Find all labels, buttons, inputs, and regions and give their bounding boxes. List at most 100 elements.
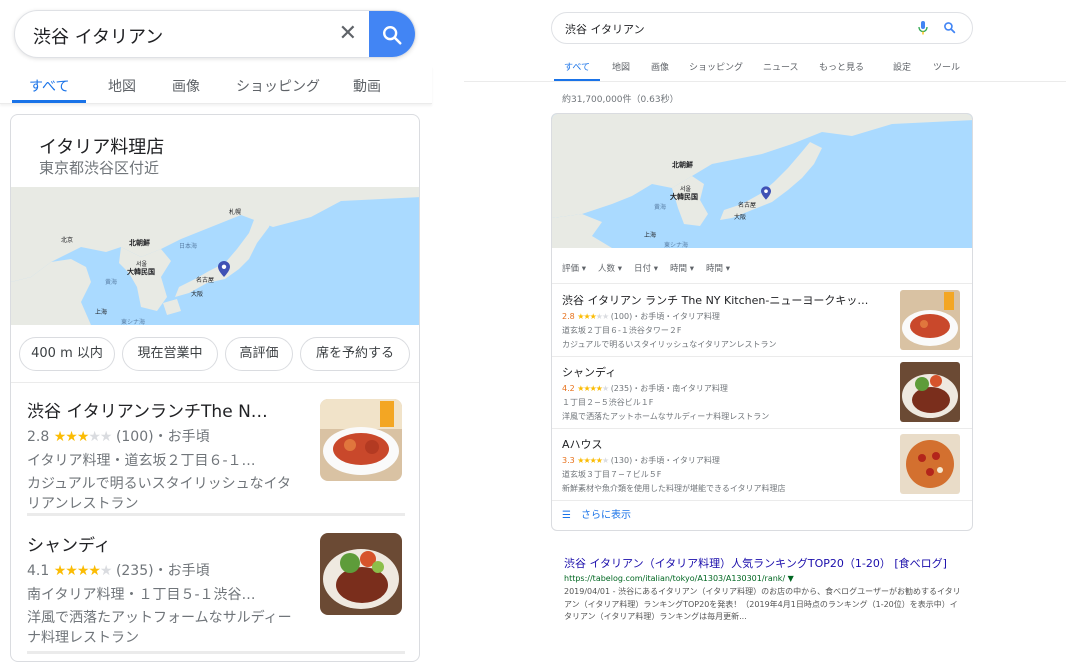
local-pack: イタリア料理店 東京都渋谷区付近 北朝鮮 大韓民国 서울 日本海 名古屋 大阪 …: [10, 114, 420, 662]
tab-videos[interactable]: 動画: [353, 76, 381, 96]
map-label-north-korea: 北朝鮮: [672, 161, 693, 169]
active-tab-indicator: [12, 100, 86, 103]
list-icon: ☰: [562, 510, 571, 521]
search-input[interactable]: 渋谷 イタリアン: [565, 21, 645, 37]
food-photo-icon: [320, 399, 402, 481]
tab-maps[interactable]: 地図: [612, 60, 630, 73]
place-rating-line: 2.8 ★★★★★ (100)・お手頃: [27, 426, 305, 446]
rating-stars-icon: ★★★★★: [577, 456, 609, 465]
tab-all[interactable]: すべて: [29, 76, 69, 96]
map-label-beijing: 北京: [61, 237, 74, 244]
tab-shopping[interactable]: ショッピング: [689, 60, 743, 73]
search-icon[interactable]: [943, 21, 956, 34]
tab-images[interactable]: 画像: [651, 60, 669, 73]
result-url[interactable]: https://tabelog.com/italian/tokyo/A1303/…: [564, 574, 964, 583]
tab-tools[interactable]: ツール: [933, 60, 960, 73]
filter-time-2[interactable]: 時間 ▾: [706, 262, 730, 274]
price-level: ・お手頃: [153, 563, 210, 579]
map-label-shanghai: 上海: [644, 232, 657, 239]
place-description: カジュアルで明るいスタイリッシュなイタリアンレストラン: [27, 476, 292, 512]
search-tabs: すべて 地図 画像 ショッピング 動画: [0, 66, 432, 104]
place-photo[interactable]: [320, 533, 402, 615]
active-tab-indicator: [554, 79, 600, 81]
food-photo-icon: [320, 533, 402, 615]
local-pack: 北朝鮮 大韓民国 서울 名古屋 大阪 黄海 上海 東シナ海 評価 ▾ 人数 ▾ …: [551, 113, 973, 531]
rating-value: 3.3: [562, 456, 575, 465]
filter-chips: 400 m 以内 現在営業中 高評価 席を予約する: [11, 337, 419, 383]
map-label-east-china-sea: 東シナ海: [664, 242, 689, 248]
place-photo[interactable]: [320, 399, 402, 481]
result-snippet: 2019/04/01 - 渋谷にあるイタリアン（イタリア料理）のお店の中から、食…: [564, 587, 961, 621]
map-graphic: [552, 114, 972, 248]
result-title-link[interactable]: 渋谷 イタリアン（イタリア料理）人気ランキングTOP20（1-20） [食べログ…: [564, 556, 964, 572]
tab-maps[interactable]: 地図: [108, 76, 136, 96]
mobile-serp: 渋谷 イタリアン ✕ すべて 地図 画像 ショッピング 動画 イタリア料理店 東…: [0, 0, 432, 664]
chip-open-now[interactable]: 現在営業中: [122, 337, 218, 371]
place-meta: (130)・お手頃・イタリア料理: [610, 456, 720, 465]
place-name: シャンディ: [27, 536, 111, 556]
map-label-east-china-sea: 東シナ海: [121, 319, 146, 325]
map-label-seoul: 서울: [680, 186, 692, 193]
food-photo-icon: [900, 362, 960, 422]
map-label-south-korea: 大韓民国: [670, 193, 698, 201]
desktop-serp: 渋谷 イタリアン すべて 地図 画像 ショッピング ニュース もっと見る 設定 …: [464, 0, 1066, 664]
more-results-label: さらに表示: [580, 510, 631, 521]
location-pin-icon[interactable]: [761, 186, 771, 200]
microphone-icon[interactable]: [918, 21, 928, 35]
place-name: 渋谷 イタリアンランチThe N…: [27, 402, 268, 422]
price-level: ・お手頃: [153, 429, 210, 445]
search-button[interactable]: [369, 11, 415, 57]
map-label-south-korea: 大韓民国: [127, 268, 155, 276]
rating-value: 4.2: [562, 384, 575, 393]
tab-shopping[interactable]: ショッピング: [236, 76, 320, 96]
chip-reserve[interactable]: 席を予約する: [300, 337, 410, 371]
map-label-nagoya: 名古屋: [738, 202, 757, 209]
more-results-link[interactable]: ☰ さらに表示: [562, 506, 631, 521]
divider: [552, 356, 972, 357]
place-rating-line: 4.1 ★★★★★ (235)・お手頃: [27, 560, 305, 580]
review-count: (100): [115, 429, 154, 445]
map-label-north-korea: 北朝鮮: [129, 239, 150, 247]
map-graphic: [11, 187, 419, 325]
place-photo[interactable]: [900, 290, 960, 350]
rating-value: 4.1: [27, 563, 50, 579]
map-label-yellow-sea: 黄海: [654, 204, 667, 211]
place-meta: イタリア料理・道玄坂２丁目６-１…: [27, 453, 256, 469]
food-photo-icon: [900, 434, 960, 494]
tab-all[interactable]: すべて: [564, 60, 590, 73]
tab-images[interactable]: 画像: [172, 76, 200, 96]
rating-stars-icon: ★★★★★: [53, 563, 113, 579]
divider: [27, 513, 405, 516]
chip-within-400m[interactable]: 400 m 以内: [19, 337, 115, 371]
filter-date[interactable]: 日付 ▾: [634, 262, 658, 274]
search-icon: [383, 26, 402, 45]
search-bar[interactable]: 渋谷 イタリアン: [551, 12, 973, 44]
filter-time[interactable]: 時間 ▾: [670, 262, 694, 274]
filter-rating[interactable]: 評価 ▾: [562, 262, 586, 274]
place-meta: (100)・お手頃・イタリア料理: [610, 312, 720, 321]
place-photo[interactable]: [900, 362, 960, 422]
divider: [552, 500, 972, 501]
location-pin-icon[interactable]: [218, 261, 230, 277]
chip-top-rated[interactable]: 高評価: [225, 337, 293, 371]
food-photo-icon: [900, 290, 960, 350]
place-photo[interactable]: [900, 434, 960, 494]
tab-settings[interactable]: 設定: [893, 60, 911, 73]
place-meta: (235)・お手頃・南イタリア料理: [610, 384, 728, 393]
filter-bar: 評価 ▾ 人数 ▾ 日付 ▾ 時間 ▾ 時間 ▾: [552, 250, 972, 284]
map[interactable]: 北朝鮮 大韓民国 서울 名古屋 大阪 黄海 上海 東シナ海: [552, 114, 972, 248]
local-pack-subtitle: 東京都渋谷区付近: [39, 159, 160, 177]
review-count: (235): [115, 563, 154, 579]
search-bar[interactable]: 渋谷 イタリアン ✕: [14, 10, 416, 58]
tab-news[interactable]: ニュース: [763, 60, 799, 73]
place-meta: 南イタリア料理・１丁目５-１渋谷…: [27, 587, 256, 603]
tab-more[interactable]: もっと見る: [819, 60, 864, 73]
rating-stars-icon: ★★★★★: [577, 312, 609, 321]
result-stats: 約31,700,000件（0.63秒）: [562, 95, 679, 105]
search-input[interactable]: 渋谷 イタリアン: [33, 23, 163, 49]
rating-stars-icon: ★★★★★: [53, 429, 113, 445]
organic-result: 渋谷 イタリアン（イタリア料理）人気ランキングTOP20（1-20） [食べログ…: [564, 556, 964, 624]
filter-party-size[interactable]: 人数 ▾: [598, 262, 622, 274]
clear-icon[interactable]: ✕: [339, 21, 357, 46]
map[interactable]: 北朝鮮 大韓民国 서울 日本海 名古屋 大阪 札幌 北京 上海 黄海 東シナ海: [11, 187, 419, 325]
